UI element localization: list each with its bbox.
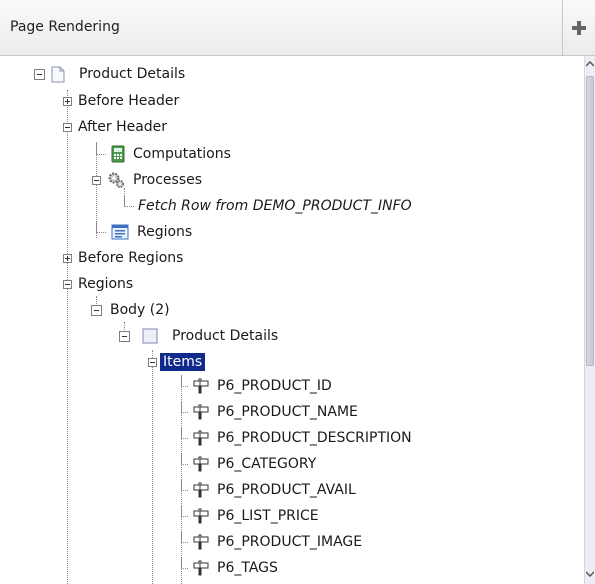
tree-node-item[interactable]: P6_PRODUCT_AVAIL	[181, 479, 356, 500]
tree-node-label: Product Details	[172, 328, 279, 344]
page-item-icon	[191, 482, 209, 498]
panel-header: Page Rendering	[0, 0, 595, 56]
tree-node-label: After Header	[78, 119, 168, 135]
tree-node-label: Computations	[133, 146, 231, 162]
calculator-icon	[111, 145, 125, 163]
tree-guide	[152, 350, 153, 584]
tree-node-label: Fetch Row from DEMO_PRODUCT_INFO	[138, 198, 412, 214]
plus-icon	[572, 21, 586, 35]
tree-node-label: P6_LIST_PRICE	[217, 508, 319, 524]
tree-guide	[67, 90, 68, 584]
tree-node-item[interactable]: P6_PRODUCT_DESCRIPTION	[181, 427, 412, 448]
tree-node-body[interactable]: Body (2)	[91, 300, 170, 320]
collapse-icon[interactable]	[148, 357, 157, 367]
tree-node-before-regions[interactable]: Before Regions	[63, 248, 183, 268]
tree-node-label: Processes	[133, 172, 203, 188]
collapse-icon[interactable]	[34, 68, 45, 80]
region-icon	[111, 224, 129, 240]
tree-node-item[interactable]: P6_PRODUCT_IMAGE	[181, 531, 363, 552]
expand-icon[interactable]	[63, 96, 72, 106]
tree-node-item[interactable]: P6_CATEGORY	[181, 453, 317, 474]
tree-node-item[interactable]: P6_PRODUCT_ID	[181, 375, 332, 396]
page-icon	[51, 66, 65, 83]
scroll-down-icon[interactable]	[585, 568, 595, 580]
tree-node-after-header[interactable]: After Header	[63, 117, 167, 137]
page-item-icon	[191, 456, 209, 472]
vertical-scrollbar[interactable]	[584, 56, 595, 584]
tree-node-regions-sub[interactable]: Regions	[96, 221, 193, 242]
page-item-icon	[191, 404, 209, 420]
tree-node-label: Regions	[78, 276, 134, 292]
tree-node-label: Product Details	[79, 66, 186, 82]
page-item-icon	[191, 534, 209, 550]
scrollbar-thumb[interactable]	[586, 76, 594, 366]
region-box-icon	[142, 328, 158, 344]
tree-node-computations[interactable]: Computations	[96, 143, 231, 164]
tree-node-label: P6_PRODUCT_ID	[217, 378, 332, 394]
scroll-up-icon[interactable]	[585, 58, 595, 70]
tree-node-label: Before Header	[78, 93, 180, 109]
tree-node-processes[interactable]: Processes	[92, 170, 202, 190]
tree-node-item[interactable]: P6_TAGS	[181, 557, 278, 578]
tree-node-label: Regions	[137, 224, 193, 240]
collapse-icon[interactable]	[92, 175, 101, 185]
tree-node-before-header[interactable]: Before Header	[63, 91, 179, 111]
tree-node-item[interactable]: P6_PRODUCT_NAME	[181, 401, 358, 422]
tree-node-product-details-region[interactable]: Product Details	[119, 326, 278, 346]
collapse-icon[interactable]	[91, 304, 102, 316]
collapse-icon[interactable]	[63, 122, 72, 132]
add-button[interactable]	[562, 0, 595, 56]
gears-icon	[107, 171, 125, 189]
tree-node-label: P6_TAGS	[217, 560, 278, 576]
panel-title: Page Rendering	[10, 19, 120, 35]
tree-node-label: P6_CATEGORY	[217, 456, 317, 472]
tree-node-item[interactable]: P6_LIST_PRICE	[181, 505, 319, 526]
tree-node-label: P6_PRODUCT_NAME	[217, 404, 358, 420]
collapse-icon[interactable]	[63, 279, 72, 289]
tree-node-label: Before Regions	[78, 250, 184, 266]
tree-node-label: P6_PRODUCT_DESCRIPTION	[217, 430, 412, 446]
expand-icon[interactable]	[63, 253, 72, 263]
tree-node-items[interactable]: Items	[148, 352, 206, 372]
tree-node-label: Body (2)	[110, 302, 170, 318]
collapse-icon[interactable]	[119, 330, 130, 342]
tree-node-fetch-row[interactable]: Fetch Row from DEMO_PRODUCT_INFO	[124, 195, 412, 216]
tree-panel: Product Details Before Header After Head…	[0, 56, 595, 584]
tree-node-label: P6_PRODUCT_AVAIL	[217, 482, 356, 498]
page-item-icon	[191, 378, 209, 394]
page-item-icon	[191, 508, 209, 524]
tree-node-root[interactable]: Product Details	[34, 64, 185, 84]
tree-node-regions[interactable]: Regions	[63, 274, 133, 294]
tree-node-label-selected: Items	[160, 353, 206, 371]
page-item-icon	[191, 430, 209, 446]
page-item-icon	[191, 560, 209, 576]
tree-node-label: P6_PRODUCT_IMAGE	[217, 534, 363, 550]
